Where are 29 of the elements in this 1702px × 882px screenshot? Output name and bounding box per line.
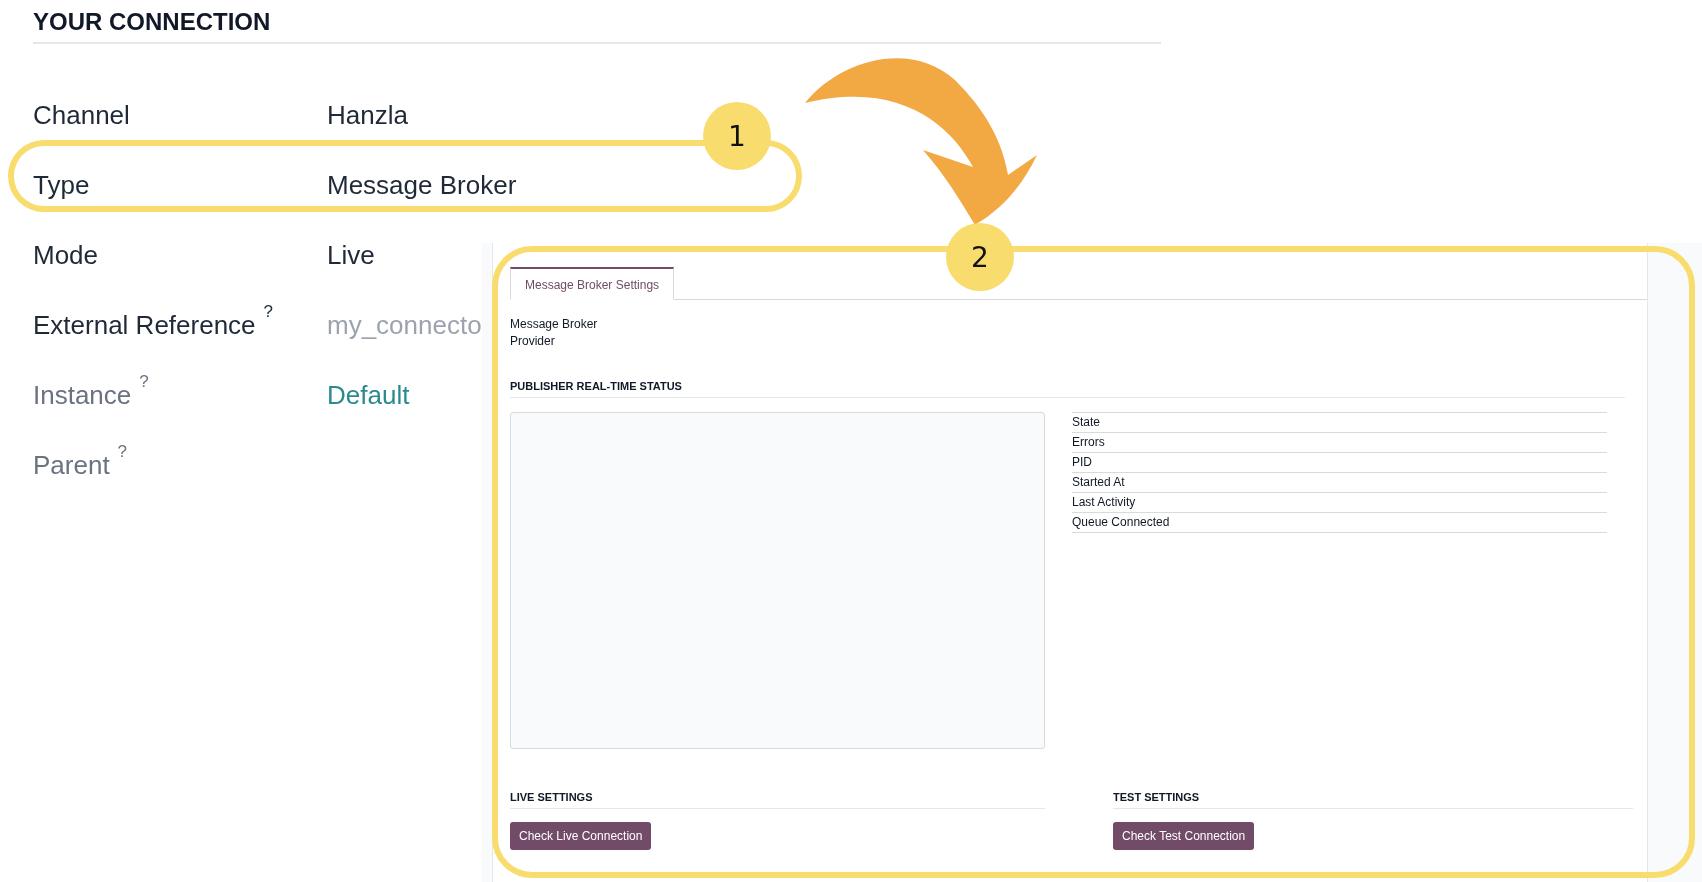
field-value: Hanzla [327,99,408,131]
tab[interactable]: Message Broker Settings [510,267,675,300]
help-mark[interactable]: ? [263,302,274,322]
step-badge: 2 [946,223,1014,291]
status-label: Started At [1072,475,1125,489]
section-title: YOUR CONNECTION [33,8,271,36]
field-value: Message Broker [327,169,517,201]
section-title: TEST SETTINGS [1113,791,1200,803]
check-connection-button[interactable]: Check Test Connection [1113,822,1255,850]
field-link[interactable]: Default [327,379,410,411]
status-label: Last Activity [1072,495,1136,509]
help-mark[interactable]: ? [117,442,128,462]
status-label: Queue Connected [1072,515,1170,529]
check-connection-button[interactable]: Check Live Connection [510,822,652,850]
section-title: PUBLISHER REAL-TIME STATUS [510,380,682,392]
status-label: Errors [1072,435,1105,449]
status-label: PID [1072,455,1092,469]
field-label: Type [33,169,90,201]
step-badge: 1 [703,102,771,170]
field-label: Parent [33,449,110,481]
field-label: Message Broker Provider [510,317,598,348]
section-title: LIVE SETTINGS [510,791,593,803]
help-mark[interactable]: ? [139,372,149,392]
field-label: Mode [33,239,99,271]
field-value: Live [327,239,375,271]
status-label: State [1072,415,1101,429]
field-label: External Reference [33,309,256,341]
field-label: Channel [33,99,130,131]
field-label: Instance [33,379,132,411]
